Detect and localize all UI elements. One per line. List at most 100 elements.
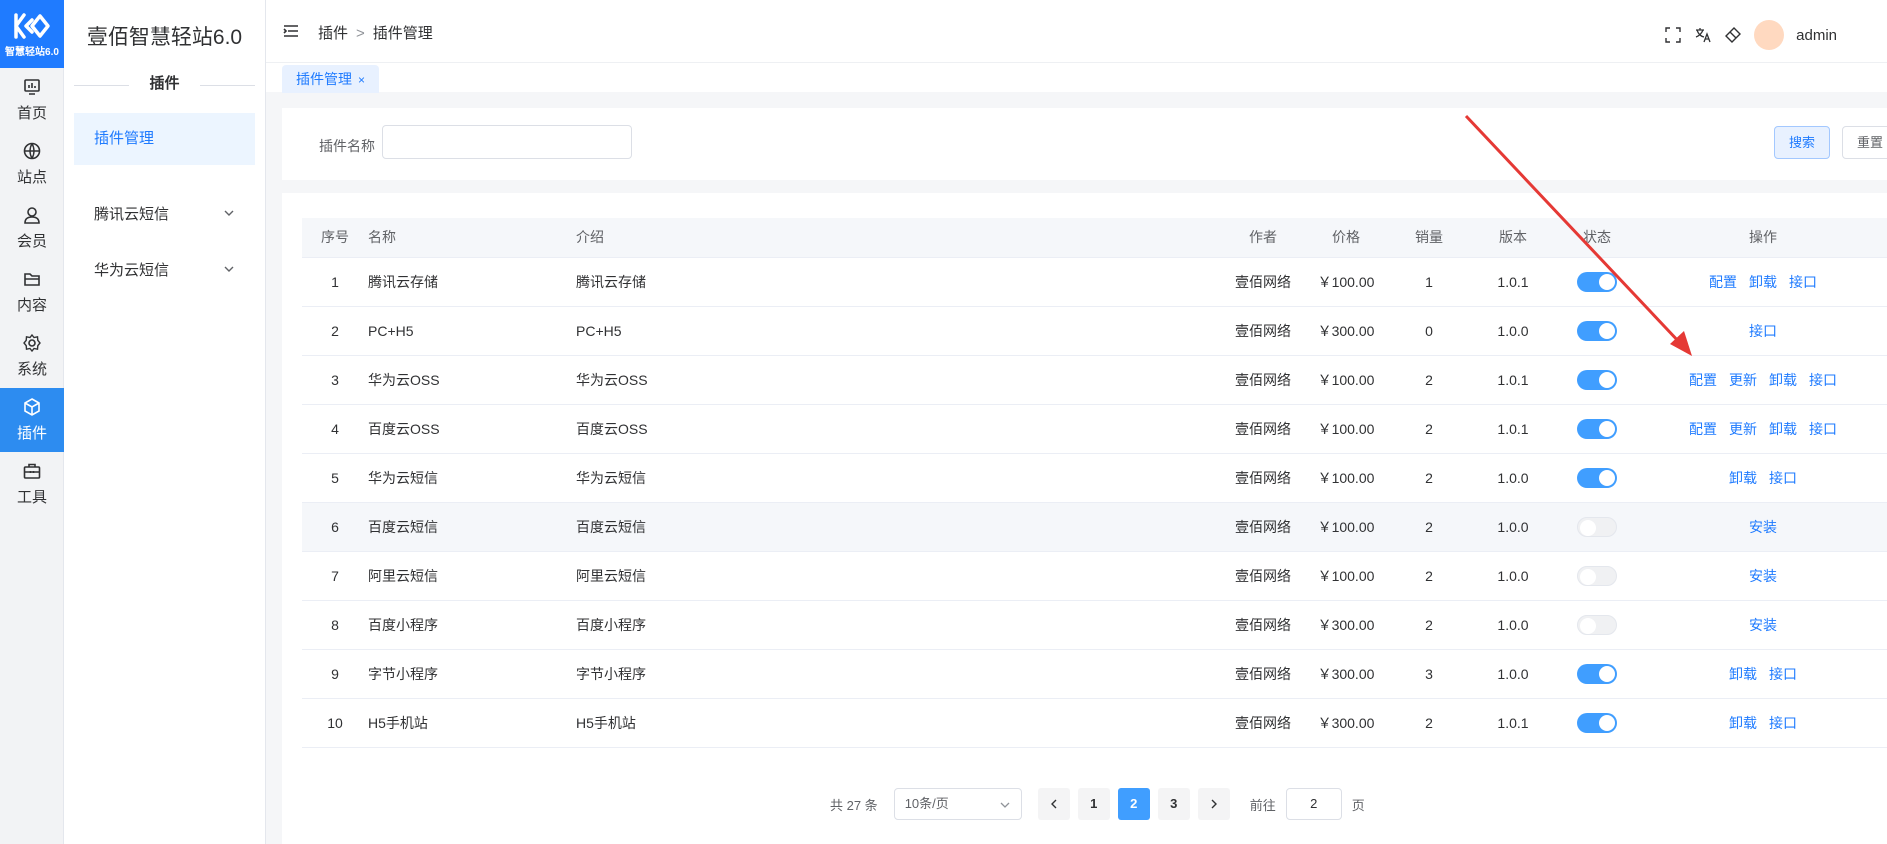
cell-status	[1555, 502, 1639, 552]
breadcrumb-item[interactable]: 插件	[318, 25, 348, 42]
page-button-2[interactable]: 2	[1117, 788, 1150, 820]
plugin-name-input[interactable]	[382, 125, 632, 159]
cell-sales: 2	[1387, 600, 1471, 650]
sidebar-section-title: 插件	[64, 72, 265, 98]
app-title: 壹佰智慧轻站6.0	[86, 26, 243, 49]
action-link[interactable]: 卸载	[1749, 274, 1777, 290]
cell-actions: 安装	[1639, 551, 1887, 601]
toolbox-icon	[23, 463, 41, 479]
page-button-3[interactable]: 3	[1157, 788, 1190, 820]
action-link[interactable]: 接口	[1749, 323, 1777, 339]
table-row: 8 百度小程序 百度小程序 壹佰网络 ￥300.00 2 1.0.0 安装	[302, 600, 1887, 650]
rail-item-2[interactable]: 会员	[0, 196, 64, 260]
action-link[interactable]: 接口	[1769, 666, 1797, 682]
sidebar-item-plugin-manage[interactable]: 插件管理	[74, 113, 255, 165]
next-page-button[interactable]	[1197, 788, 1230, 820]
page-size-select[interactable]: 10条/页	[893, 788, 1022, 820]
cell-intro: 字节小程序	[576, 649, 1010, 699]
goto-label: 前往	[1249, 797, 1276, 813]
action-link[interactable]: 接口	[1809, 372, 1837, 388]
action-link[interactable]: 安装	[1749, 617, 1777, 633]
action-link[interactable]: 接口	[1809, 421, 1837, 437]
page-button-1[interactable]: 1	[1077, 788, 1110, 820]
toggle-knob	[1580, 617, 1596, 634]
cell-sales: 2	[1387, 551, 1471, 601]
cell-version: 1.0.1	[1471, 355, 1555, 405]
col-header-intro: 介绍	[576, 218, 1010, 258]
sidebar-item-huawei-sms[interactable]: 华为云短信	[74, 245, 255, 297]
col-header-version: 版本	[1471, 218, 1555, 258]
rail-item-4[interactable]: 系统	[0, 324, 64, 388]
cell-sales: 2	[1387, 502, 1471, 552]
action-link[interactable]: 配置	[1689, 372, 1717, 388]
cell-name: PC+H5	[368, 306, 576, 356]
action-link[interactable]: 更新	[1729, 421, 1757, 437]
status-toggle[interactable]	[1577, 467, 1617, 488]
action-link[interactable]: 卸载	[1729, 715, 1757, 731]
action-link[interactable]: 安装	[1749, 568, 1777, 584]
action-link[interactable]: 接口	[1789, 274, 1817, 290]
status-toggle[interactable]	[1577, 369, 1617, 390]
rail-item-3[interactable]: 内容	[0, 260, 64, 324]
rail-item-0[interactable]: 首页	[0, 68, 64, 132]
avatar[interactable]	[1754, 20, 1785, 50]
action-link[interactable]: 配置	[1689, 421, 1717, 437]
close-icon[interactable]: ×	[358, 73, 365, 87]
cell-intro: 腾讯云存储	[576, 257, 1010, 307]
goto-page-input[interactable]: 2	[1285, 788, 1342, 820]
cell-author: 壹佰网络	[1221, 502, 1305, 552]
status-toggle[interactable]	[1577, 418, 1617, 439]
cell-author: 壹佰网络	[1221, 551, 1305, 601]
cell-price: ￥100.00	[1305, 355, 1387, 405]
action-link[interactable]: 配置	[1709, 274, 1737, 290]
cell-author: 壹佰网络	[1221, 453, 1305, 503]
cell-intro: 华为云OSS	[576, 355, 1010, 405]
sidebar-item-tencent-sms[interactable]: 腾讯云短信	[74, 189, 255, 241]
cell-status	[1555, 649, 1639, 699]
menu-toggle-icon[interactable]	[282, 22, 300, 40]
action-link[interactable]: 卸载	[1769, 372, 1797, 388]
status-toggle[interactable]	[1577, 712, 1617, 733]
clear-cache-icon[interactable]	[1724, 26, 1742, 44]
cell-name: 百度小程序	[368, 600, 576, 650]
col-header-author: 作者	[1221, 218, 1305, 258]
cell-intro: 百度小程序	[576, 600, 1010, 650]
status-toggle[interactable]	[1577, 516, 1617, 537]
prev-page-button[interactable]	[1037, 788, 1070, 820]
rail-item-1[interactable]: 站点	[0, 132, 64, 196]
translate-icon[interactable]	[1694, 26, 1712, 44]
action-link[interactable]: 卸载	[1729, 470, 1757, 486]
cell-spacer	[1010, 453, 1221, 503]
chevron-down-icon	[223, 245, 235, 297]
action-link[interactable]: 接口	[1769, 470, 1797, 486]
action-link[interactable]: 卸载	[1769, 421, 1797, 437]
cell-price: ￥300.00	[1305, 698, 1387, 748]
cell-status	[1555, 404, 1639, 454]
table-row: 1 腾讯云存储 腾讯云存储 壹佰网络 ￥100.00 1 1.0.1 配置 卸载 接口	[302, 257, 1887, 307]
username[interactable]: admin	[1796, 27, 1837, 44]
action-link[interactable]: 安装	[1749, 519, 1777, 535]
search-button[interactable]: 搜索	[1774, 126, 1830, 159]
cell-intro: 阿里云短信	[576, 551, 1010, 601]
action-link[interactable]: 接口	[1769, 715, 1797, 731]
cell-no: 8	[302, 600, 368, 650]
brand-logo[interactable]: 智慧轻站6.0	[0, 0, 64, 68]
cell-actions: 接口	[1639, 306, 1887, 356]
status-toggle[interactable]	[1577, 271, 1617, 292]
reset-button[interactable]: 重置	[1842, 126, 1887, 159]
cell-author: 壹佰网络	[1221, 306, 1305, 356]
fullscreen-icon[interactable]	[1664, 26, 1682, 44]
cell-price: ￥100.00	[1305, 453, 1387, 503]
rail-item-5[interactable]: 插件	[0, 388, 64, 452]
rail-item-label: 工具	[16, 489, 47, 506]
status-toggle[interactable]	[1577, 663, 1617, 684]
status-toggle[interactable]	[1577, 320, 1617, 341]
status-toggle[interactable]	[1577, 614, 1617, 635]
sidebar-item-label: 插件管理	[94, 130, 155, 147]
status-toggle[interactable]	[1577, 565, 1617, 586]
action-link[interactable]: 卸载	[1729, 666, 1757, 682]
tab-plugin-manage[interactable]: 插件管理 ×	[282, 65, 380, 93]
rail-item-6[interactable]: 工具	[0, 452, 64, 516]
breadcrumb-separator: >	[356, 25, 365, 42]
action-link[interactable]: 更新	[1729, 372, 1757, 388]
